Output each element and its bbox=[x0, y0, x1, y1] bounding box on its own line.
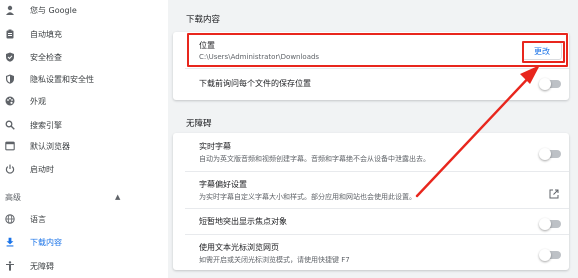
downloads-section-title: 下载内容 bbox=[186, 15, 221, 25]
sidebar-item-safety-check[interactable]: 安全检查 bbox=[0, 47, 168, 67]
caret-browsing-title: 使用文本光标浏览网页 bbox=[199, 243, 279, 252]
toggle-knob bbox=[539, 249, 551, 261]
sidebar-item-default-browser[interactable]: 默认浏览器 bbox=[0, 136, 168, 156]
ask-where-to-save-label: 下载前询问每个文件的保存位置 bbox=[199, 79, 311, 88]
sidebar-item-privacy[interactable]: 隐私设置和安全性 bbox=[0, 69, 168, 89]
settings-sidebar: 您与 Google 自动填充 安全检查 隐私设置和安全性 外观 搜索引擎 默认浏… bbox=[0, 0, 168, 278]
download-icon bbox=[5, 237, 15, 247]
ask-where-to-save-toggle[interactable] bbox=[539, 78, 561, 90]
power-icon bbox=[5, 164, 15, 174]
divider bbox=[185, 68, 569, 69]
sidebar-item-on-startup[interactable]: 启动时 bbox=[0, 159, 168, 179]
live-caption-description: 自动为英文版音频和视频创建字幕。音频和字幕绝不会从设备中泄露出去。 bbox=[199, 155, 430, 163]
sidebar-item-autofill[interactable]: 自动填充 bbox=[0, 24, 168, 44]
caption-preferences-description: 为实时字幕自定义字幕大小和样式。部分应用和网站也会使用此设置。 bbox=[199, 193, 416, 201]
sidebar-advanced-toggle[interactable]: 高级 ▲ bbox=[5, 190, 135, 204]
toggle-knob bbox=[539, 218, 551, 230]
caret-browsing-toggle[interactable] bbox=[539, 249, 561, 261]
browser-icon bbox=[5, 141, 15, 151]
sidebar-item-label: 默认浏览器 bbox=[30, 141, 70, 151]
sidebar-item-label: 外观 bbox=[30, 96, 46, 106]
sidebar-item-search-engine[interactable]: 搜索引擎 bbox=[0, 115, 168, 135]
shield-check-icon bbox=[5, 52, 15, 62]
focus-highlight-toggle[interactable] bbox=[539, 218, 561, 230]
sidebar-item-label: 语言 bbox=[30, 214, 46, 224]
sidebar-item-label: 您与 Google bbox=[30, 5, 77, 15]
location-row-highlight bbox=[187, 33, 568, 67]
toggle-knob bbox=[539, 148, 551, 160]
sidebar-item-label: 隐私设置和安全性 bbox=[30, 74, 94, 84]
focus-highlight-label: 短暂地突出显示焦点对象 bbox=[199, 217, 287, 226]
change-button-highlight bbox=[522, 41, 565, 63]
sidebar-item-label: 无障碍 bbox=[30, 261, 54, 271]
sidebar-item-accessibility[interactable]: 无障碍 bbox=[0, 256, 168, 276]
sidebar-item-label: 搜索引擎 bbox=[30, 120, 62, 130]
sidebar-item-label: 安全检查 bbox=[30, 52, 62, 62]
sidebar-item-appearance[interactable]: 外观 bbox=[0, 91, 168, 111]
sidebar-item-downloads[interactable]: 下载内容 bbox=[0, 232, 168, 252]
toggle-knob bbox=[539, 78, 551, 90]
divider bbox=[185, 208, 569, 209]
sidebar-item-label: 自动填充 bbox=[30, 29, 62, 39]
shield-icon bbox=[5, 74, 15, 84]
sidebar-item-label: 启动时 bbox=[30, 164, 54, 174]
caption-preferences-title[interactable]: 字幕偏好设置 bbox=[199, 179, 247, 190]
clipboard-icon bbox=[5, 29, 15, 39]
external-link-icon[interactable] bbox=[549, 184, 559, 203]
caret-up-icon: ▲ bbox=[115, 193, 121, 201]
live-caption-title: 实时字幕 bbox=[199, 142, 231, 151]
palette-icon bbox=[5, 96, 15, 106]
globe-icon bbox=[5, 214, 15, 224]
person-icon bbox=[5, 5, 15, 15]
sidebar-item-languages[interactable]: 语言 bbox=[0, 209, 168, 229]
sidebar-advanced-label: 高级 bbox=[5, 192, 21, 202]
accessibility-card: 实时字幕 自动为英文版音频和视频创建字幕。音频和字幕绝不会从设备中泄露出去。 字… bbox=[173, 133, 569, 270]
sidebar-item-you-and-google[interactable]: 您与 Google bbox=[0, 0, 168, 20]
live-caption-toggle[interactable] bbox=[539, 148, 561, 160]
accessibility-section-title: 无障碍 bbox=[186, 119, 212, 129]
divider bbox=[185, 234, 569, 235]
accessibility-icon bbox=[5, 261, 15, 271]
sidebar-item-label: 下载内容 bbox=[30, 237, 62, 247]
divider bbox=[185, 171, 569, 172]
caret-browsing-description: 如需开启或关闭光标浏览模式，请使用快捷键 F7 bbox=[199, 256, 350, 264]
search-icon bbox=[5, 120, 15, 130]
